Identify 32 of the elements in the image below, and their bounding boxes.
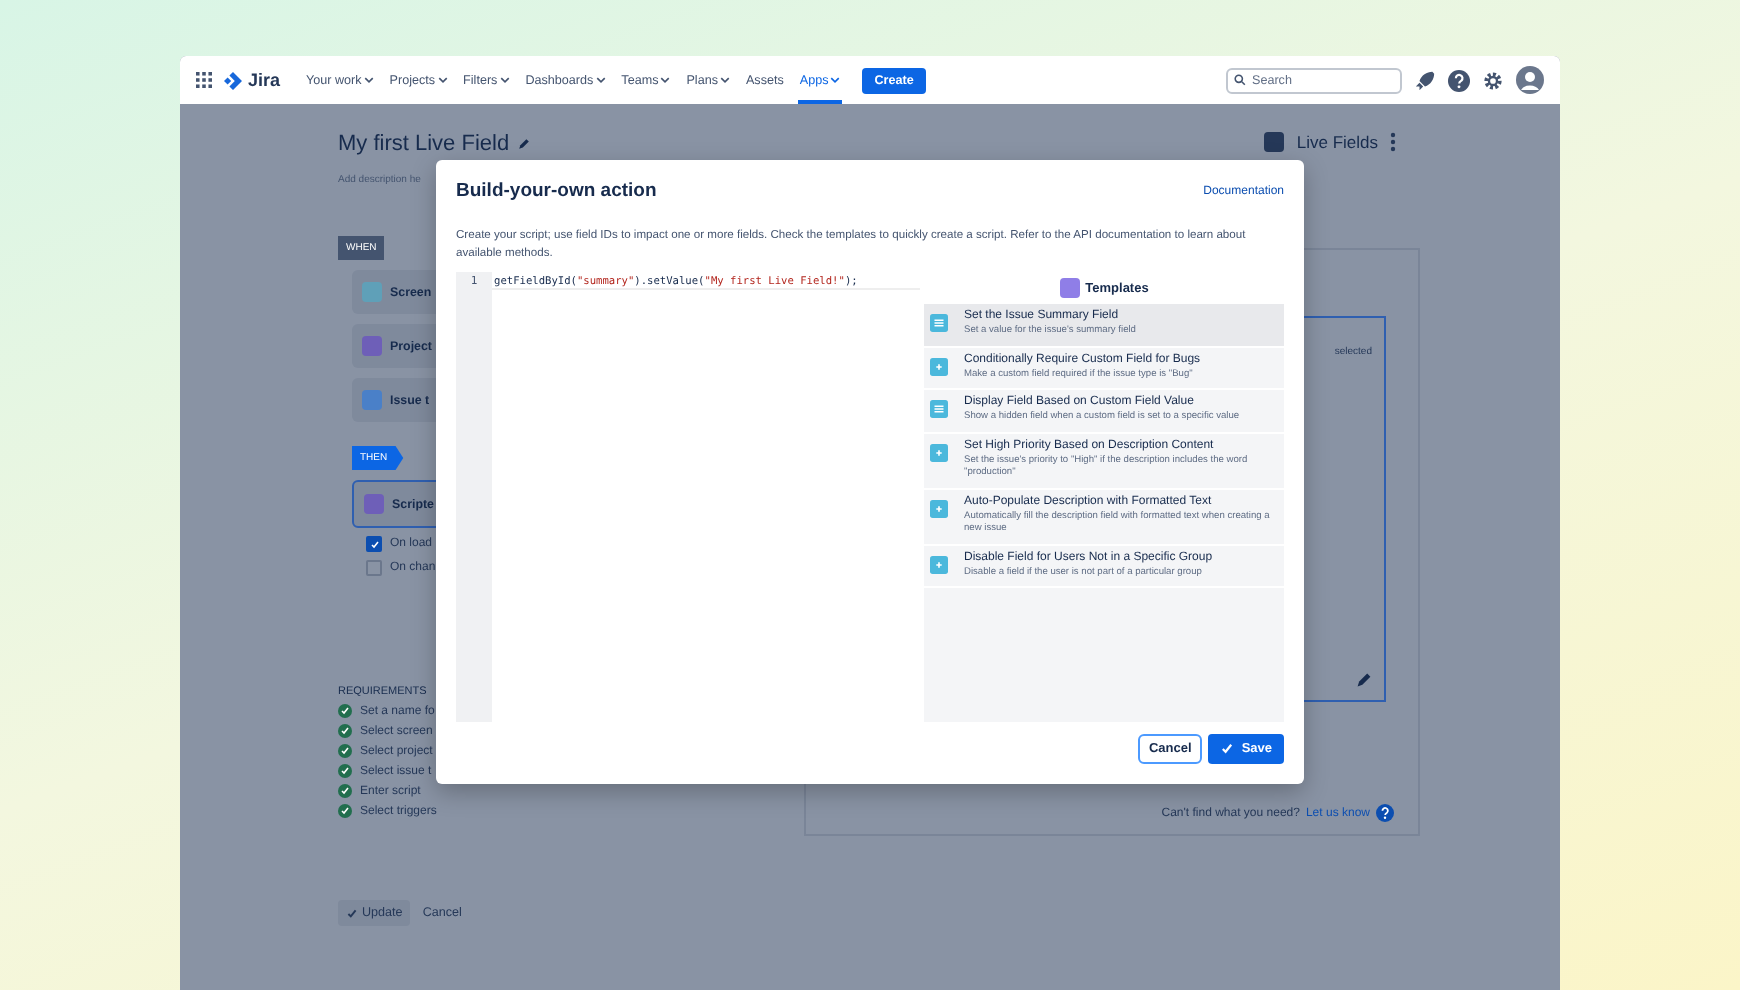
pencil-icon[interactable] bbox=[1356, 672, 1372, 688]
pencil-icon[interactable] bbox=[517, 138, 530, 150]
check-icon bbox=[1219, 742, 1234, 756]
checkbox[interactable] bbox=[366, 560, 382, 576]
plus-icon bbox=[930, 499, 948, 518]
help-icon[interactable] bbox=[1376, 804, 1394, 822]
issue-icon bbox=[362, 390, 382, 410]
modal-title: Build-your-own action bbox=[456, 180, 657, 202]
avatar-icon[interactable] bbox=[1516, 66, 1544, 94]
more-icon[interactable] bbox=[1390, 132, 1396, 152]
list-icon bbox=[930, 314, 948, 333]
logo-text[interactable]: Jira bbox=[248, 70, 281, 90]
list-icon bbox=[930, 400, 948, 419]
app-grid-icon[interactable] bbox=[196, 72, 212, 88]
checkbox[interactable] bbox=[366, 536, 382, 552]
help-icon[interactable] bbox=[1448, 69, 1470, 91]
plus-icon bbox=[930, 357, 948, 376]
logo-icon bbox=[224, 71, 242, 89]
check-icon bbox=[346, 907, 358, 919]
plus-icon bbox=[930, 555, 948, 574]
search-icon bbox=[1234, 74, 1246, 86]
page-title: My first Live Field bbox=[338, 132, 510, 156]
templates-icon bbox=[1059, 278, 1080, 299]
plus-icon bbox=[930, 443, 948, 462]
app-logo-icon bbox=[1264, 132, 1285, 152]
settings-icon[interactable] bbox=[1482, 69, 1504, 91]
screen-icon bbox=[362, 282, 382, 302]
rocket-icon[interactable] bbox=[1414, 69, 1436, 91]
check-icon bbox=[369, 539, 379, 549]
app-name: Live Fields bbox=[1296, 132, 1378, 152]
script-icon bbox=[364, 494, 384, 514]
project-icon bbox=[362, 336, 382, 356]
